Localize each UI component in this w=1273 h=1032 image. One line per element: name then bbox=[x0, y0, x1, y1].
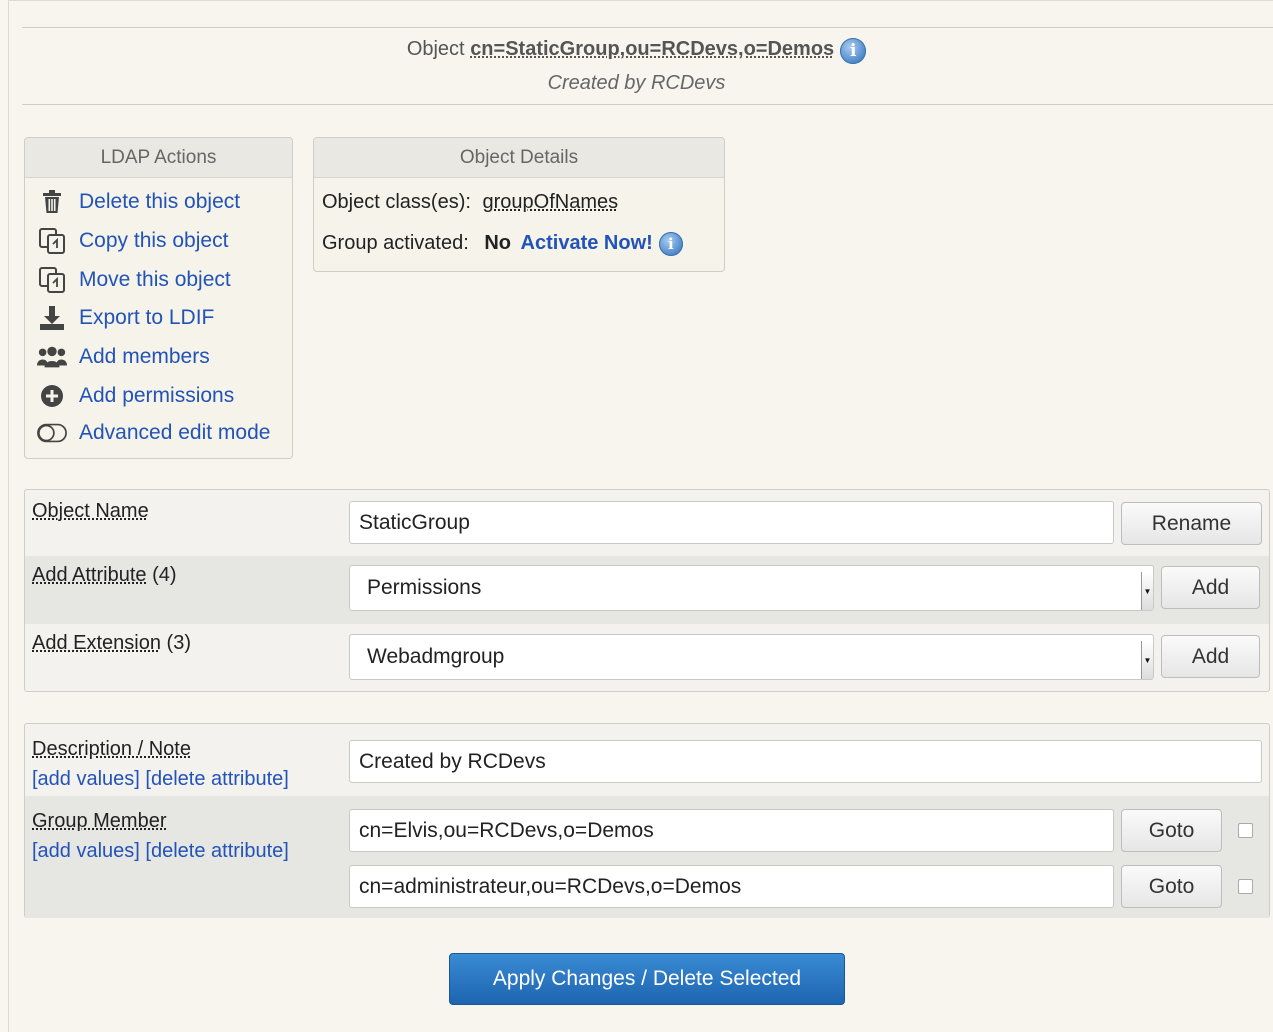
attribute-select-value: Permissions bbox=[367, 576, 482, 599]
users-icon bbox=[37, 342, 67, 372]
page-title: Object cn=StaticGroup,ou=RCDevs,o=Demos i bbox=[0, 38, 1273, 64]
copy-icon bbox=[37, 226, 67, 256]
member-select-checkbox[interactable] bbox=[1238, 879, 1253, 894]
description-label-block: Description / Note [add values] [delete … bbox=[32, 734, 289, 794]
ldap-actions-title: LDAP Actions bbox=[25, 138, 292, 178]
object-details-panel: Object Details Object class(es): groupOf… bbox=[313, 137, 725, 272]
group-activated-label: Group activated: bbox=[322, 232, 469, 254]
object-dn[interactable]: cn=StaticGroup,ou=RCDevs,o=Demos bbox=[470, 38, 834, 60]
group-member-row: Group Member [add values] [delete attrib… bbox=[25, 796, 1269, 918]
object-settings-panel: Object Name StaticGroup Rename Add Attri… bbox=[24, 489, 1270, 692]
goto-button[interactable]: Goto bbox=[1121, 865, 1222, 908]
description-label: Description / Note bbox=[32, 738, 191, 760]
trash-icon bbox=[37, 187, 67, 217]
group-member-label-block: Group Member [add values] [delete attrib… bbox=[32, 806, 289, 866]
goto-button[interactable]: Goto bbox=[1121, 809, 1222, 852]
add-extension-button[interactable]: Add bbox=[1161, 635, 1260, 678]
description-input[interactable]: Created by RCDevs bbox=[349, 740, 1262, 783]
download-icon bbox=[37, 303, 67, 333]
add-permissions-label: Add permissions bbox=[79, 384, 235, 407]
header-divider-top bbox=[22, 27, 1273, 28]
delete-object-action[interactable]: Delete this object bbox=[37, 187, 240, 217]
move-object-label: Move this object bbox=[79, 268, 231, 291]
created-by-subtitle: Created by RCDevs bbox=[547, 72, 726, 94]
add-members-label: Add members bbox=[79, 345, 210, 368]
member-select-checkbox[interactable] bbox=[1238, 823, 1253, 838]
object-class-row: Object class(es): groupOfNames bbox=[322, 191, 618, 214]
add-attribute-button[interactable]: Add bbox=[1161, 566, 1260, 609]
extension-select-value: Webadmgroup bbox=[367, 645, 505, 668]
object-class-value[interactable]: groupOfNames bbox=[483, 191, 619, 213]
group-activated-value: No bbox=[484, 232, 511, 254]
move-object-action[interactable]: Move this object bbox=[37, 265, 231, 295]
attributes-panel: Description / Note [add values] [delete … bbox=[24, 723, 1270, 918]
activate-now-link[interactable]: Activate Now! bbox=[521, 232, 653, 254]
apply-changes-button[interactable]: Apply Changes / Delete Selected bbox=[449, 953, 845, 1005]
object-name-label: Object Name bbox=[32, 500, 149, 522]
description-row: Description / Note [add values] [delete … bbox=[25, 724, 1269, 796]
add-extension-row: Add Extension (3) Webadmgroup ▼ Add bbox=[25, 624, 1269, 692]
group-member-label: Group Member bbox=[32, 810, 167, 832]
add-permissions-action[interactable]: Add permissions bbox=[37, 381, 234, 411]
advanced-edit-mode-label: Advanced edit mode bbox=[79, 421, 271, 444]
select-arrow-icon: ▼ bbox=[1141, 572, 1153, 610]
member-input[interactable]: cn=Elvis,ou=RCDevs,o=Demos bbox=[349, 809, 1114, 852]
copy-object-label: Copy this object bbox=[79, 229, 229, 252]
rename-button[interactable]: Rename bbox=[1121, 502, 1262, 545]
object-name-row: Object Name StaticGroup Rename bbox=[25, 490, 1269, 556]
description-delete-attribute-link[interactable]: [delete attribute] bbox=[145, 768, 288, 790]
object-name-input[interactable]: StaticGroup bbox=[349, 501, 1114, 544]
add-extension-label: Add Extension (3) bbox=[32, 632, 191, 654]
object-details-title: Object Details bbox=[314, 138, 724, 178]
move-icon bbox=[37, 265, 67, 295]
extension-select[interactable]: Webadmgroup ▼ bbox=[349, 634, 1154, 680]
header-divider-bottom bbox=[22, 104, 1273, 105]
ldap-actions-panel: LDAP Actions Delete this object Copy thi… bbox=[24, 137, 293, 459]
object-class-label: Object class(es): bbox=[322, 191, 471, 213]
object-prefix: Object bbox=[406, 38, 465, 60]
add-attribute-row: Add Attribute (4) Permissions ▼ Add bbox=[25, 556, 1269, 624]
export-ldif-action[interactable]: Export to LDIF bbox=[37, 303, 214, 333]
add-members-action[interactable]: Add members bbox=[37, 342, 210, 372]
add-attribute-label: Add Attribute (4) bbox=[32, 564, 177, 586]
group-activated-row: Group activated: No Activate Now! i bbox=[322, 232, 683, 256]
description-add-values-link[interactable]: [add values] bbox=[32, 768, 140, 790]
delete-object-label: Delete this object bbox=[79, 190, 241, 213]
group-member-delete-attribute-link[interactable]: [delete attribute] bbox=[145, 840, 288, 862]
activate-info-icon[interactable]: i bbox=[658, 232, 683, 256]
attribute-select[interactable]: Permissions ▼ bbox=[349, 565, 1154, 611]
copy-object-action[interactable]: Copy this object bbox=[37, 226, 228, 256]
advanced-edit-mode-action[interactable]: Advanced edit mode bbox=[37, 418, 270, 448]
export-ldif-label: Export to LDIF bbox=[79, 306, 215, 329]
info-icon[interactable]: i bbox=[840, 38, 867, 64]
toggle-icon bbox=[37, 418, 67, 448]
plus-circle-icon bbox=[37, 381, 67, 411]
member-input[interactable]: cn=administrateur,ou=RCDevs,o=Demos bbox=[349, 865, 1114, 908]
select-arrow-icon: ▼ bbox=[1141, 641, 1153, 679]
group-member-add-values-link[interactable]: [add values] bbox=[32, 840, 140, 862]
